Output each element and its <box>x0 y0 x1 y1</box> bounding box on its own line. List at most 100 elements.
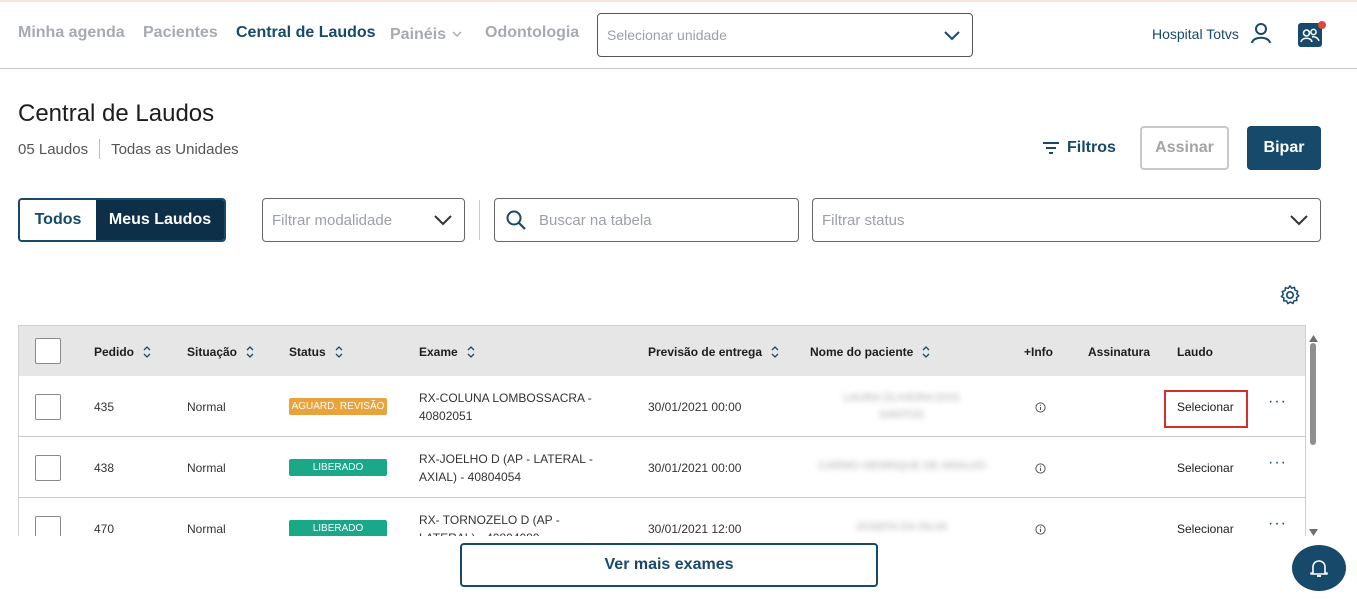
nav-item-odontologia[interactable]: Odontologia <box>485 24 579 42</box>
row-checkbox[interactable] <box>35 455 61 481</box>
filter-icon <box>1043 141 1059 159</box>
column-header-pedido[interactable]: Pedido <box>94 345 151 361</box>
table-row[interactable]: 470 Normal LIBERADO RX- TORNOZELO D (AP … <box>19 498 1305 536</box>
column-label: Pedido <box>94 345 135 359</box>
table-row[interactable]: 438 Normal LIBERADO RX-JOELHO D (AP - LA… <box>19 437 1305 498</box>
divider <box>479 200 480 240</box>
pedido-cell: 435 <box>94 400 115 414</box>
filters-label: Filtros <box>1067 139 1116 156</box>
patient-name-blurred: CARMO HENRIQUE DE ARAUJO <box>818 460 986 472</box>
page-subtitle: 05 Laudos Todas as Unidades <box>18 139 239 159</box>
exame-cell: RX-JOELHO D (AP - LATERAL - AXIAL) - 408… <box>419 452 593 484</box>
situacao-cell: Normal <box>187 400 226 414</box>
chevron-down-icon <box>452 24 462 42</box>
sort-icon <box>246 346 254 361</box>
toggle-todos[interactable]: Todos <box>20 200 96 240</box>
pedido-cell: 470 <box>94 522 115 536</box>
modality-filter-placeholder: Filtrar modalidade <box>272 212 393 229</box>
previsao-cell: 30/01/2021 00:00 <box>648 400 742 414</box>
chevron-down-icon <box>1290 213 1308 231</box>
status-badge: LIBERADO <box>289 459 387 476</box>
column-header-previsao[interactable]: Previsão de entrega <box>648 345 779 361</box>
scrollbar-thumb[interactable] <box>1310 343 1316 445</box>
top-navigation-bar: Minha agenda Pacientes Central de Laudos… <box>0 2 1357 69</box>
column-header-info: +Info <box>1024 345 1053 359</box>
nav-item-paineis-label: Painéis <box>390 26 447 43</box>
column-header-situacao[interactable]: Situação <box>187 345 254 361</box>
column-header-assinatura: Assinatura <box>1088 345 1151 359</box>
scroll-down-arrow[interactable] <box>1309 523 1318 541</box>
table-header: Pedido Situação Status Exame Previsão de… <box>19 326 1305 376</box>
units-scope: Todas as Unidades <box>111 141 239 158</box>
sort-icon <box>771 346 779 361</box>
bell-icon <box>1310 560 1328 577</box>
gear-icon[interactable] <box>1279 284 1301 311</box>
info-icon[interactable] <box>1035 461 1046 479</box>
column-label: Situação <box>187 345 238 359</box>
status-filter-placeholder: Filtrar status <box>822 212 905 229</box>
sort-icon <box>467 346 475 361</box>
column-header-laudo: Laudo <box>1177 345 1213 359</box>
table-row[interactable]: 435 Normal AGUARD. REVISÃO RX-COLUNA LOM… <box>19 376 1305 437</box>
row-checkbox[interactable] <box>35 394 61 420</box>
load-more-button[interactable]: Ver mais exames <box>460 543 878 587</box>
unit-select-placeholder: Selecionar unidade <box>607 27 727 43</box>
nav-item-pacientes[interactable]: Pacientes <box>143 24 218 42</box>
search-placeholder: Buscar na tabela <box>539 212 652 229</box>
scope-toggle: Todos Meus Laudos <box>18 198 226 242</box>
table-search-input[interactable]: Buscar na tabela <box>494 198 799 242</box>
info-icon[interactable] <box>1035 522 1046 536</box>
patient-name-blurred: LAURA OLIVEIRA DOS SANTOS <box>843 392 960 421</box>
chevron-down-icon <box>944 28 960 46</box>
more-options-icon[interactable]: ··· <box>1268 393 1287 411</box>
pedido-cell: 438 <box>94 461 115 475</box>
sort-icon <box>335 346 343 361</box>
status-badge: AGUARD. REVISÃO <box>289 398 387 415</box>
scan-button[interactable]: Bipar <box>1247 126 1321 170</box>
chevron-down-icon <box>434 213 452 231</box>
notification-dot <box>1318 21 1326 29</box>
laudos-count: 05 Laudos <box>18 141 89 158</box>
modality-filter-select[interactable]: Filtrar modalidade <box>262 198 465 242</box>
row-checkbox[interactable] <box>35 516 61 536</box>
sort-icon <box>143 346 151 361</box>
column-header-exame[interactable]: Exame <box>419 345 475 361</box>
search-icon <box>506 210 526 235</box>
column-label: Exame <box>419 345 458 359</box>
info-icon[interactable] <box>1035 400 1046 418</box>
exame-cell: RX-COLUNA LOMBOSSACRA - 40802051 <box>419 391 592 423</box>
previsao-cell: 30/01/2021 12:00 <box>648 522 742 536</box>
patient-name-blurred: JOSEFA DA SILVA <box>855 521 948 533</box>
status-badge: LIBERADO <box>289 520 387 536</box>
situacao-cell: Normal <box>187 522 226 536</box>
column-label: Previsão de entrega <box>648 345 763 359</box>
status-filter-select[interactable]: Filtrar status <box>812 198 1321 242</box>
hospital-name[interactable]: Hospital Totvs <box>1152 26 1239 42</box>
select-laudo-link[interactable]: Selecionar <box>1177 461 1234 475</box>
previsao-cell: 30/01/2021 00:00 <box>648 461 742 475</box>
select-laudo-link[interactable]: Selecionar <box>1177 522 1234 536</box>
more-options-icon[interactable]: ··· <box>1268 515 1287 533</box>
unit-select[interactable]: Selecionar unidade <box>597 13 973 57</box>
column-header-status[interactable]: Status <box>289 345 343 361</box>
notifications-button[interactable] <box>1292 545 1346 591</box>
column-header-paciente[interactable]: Nome do paciente <box>810 345 930 361</box>
column-label: Nome do paciente <box>810 345 914 359</box>
more-options-icon[interactable]: ··· <box>1268 454 1287 472</box>
sign-button[interactable]: Assinar <box>1140 126 1229 170</box>
laudos-table: Pedido Situação Status Exame Previsão de… <box>18 325 1306 536</box>
nav-item-minha-agenda[interactable]: Minha agenda <box>18 24 125 42</box>
nav-item-central-de-laudos[interactable]: Central de Laudos <box>236 24 376 42</box>
column-label: Status <box>289 345 326 359</box>
select-all-checkbox[interactable] <box>35 338 61 364</box>
toggle-meus-laudos[interactable]: Meus Laudos <box>96 200 224 240</box>
situacao-cell: Normal <box>187 461 226 475</box>
filters-button[interactable]: Filtros <box>1043 139 1116 159</box>
nav-item-paineis[interactable]: Painéis <box>390 24 462 44</box>
divider <box>99 139 101 159</box>
select-laudo-link[interactable]: Selecionar <box>1177 400 1234 414</box>
exame-cell: RX- TORNOZELO D (AP - LATERAL) - 4080408… <box>419 513 560 536</box>
user-icon[interactable] <box>1251 22 1271 49</box>
sort-icon <box>922 346 930 361</box>
page-title: Central de Laudos <box>18 100 215 127</box>
